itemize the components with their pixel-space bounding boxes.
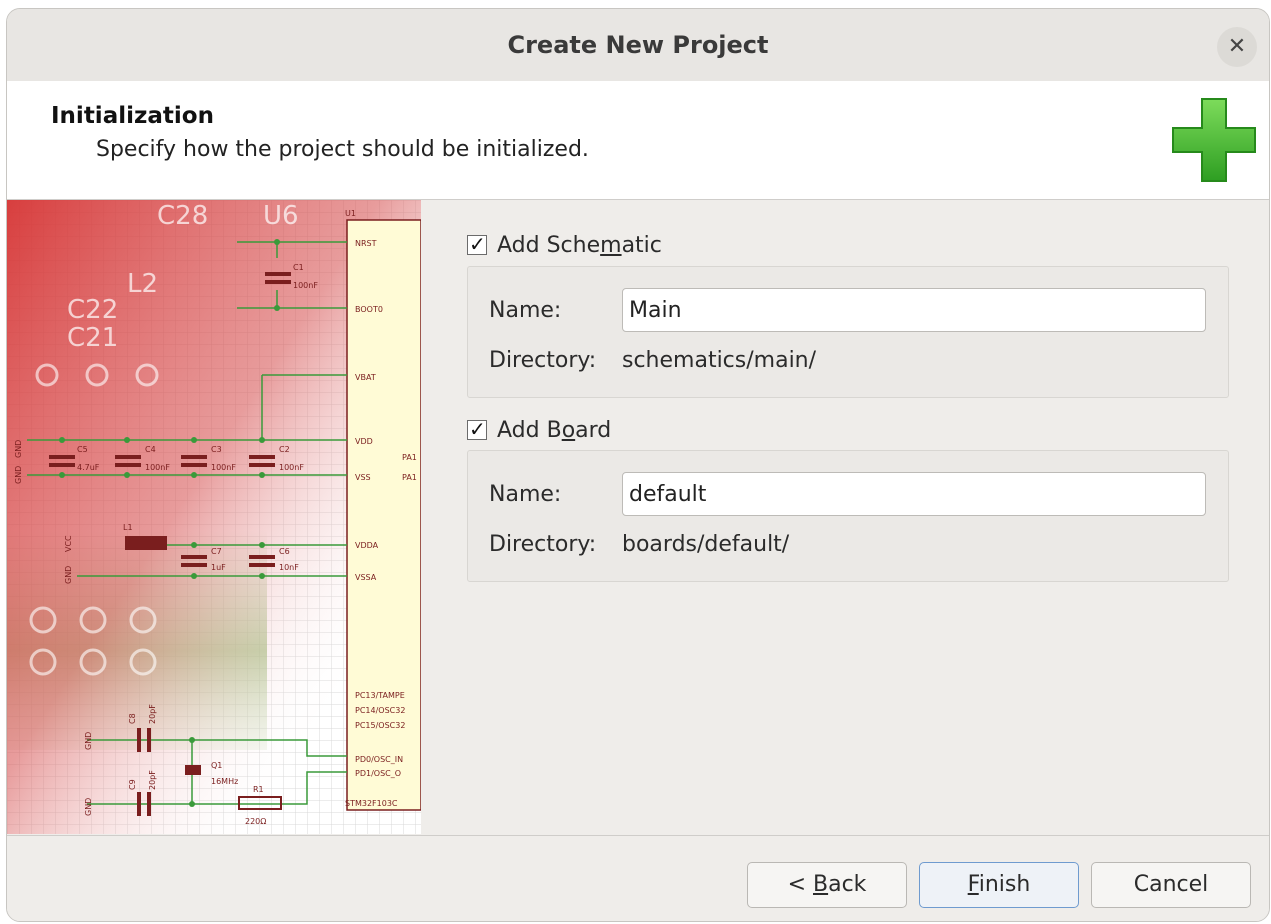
side-label-gnd-1: GND	[64, 566, 73, 584]
side-label-vdda: VDDA	[355, 541, 379, 550]
schematic-directory-value: schematics/main/	[622, 348, 817, 373]
side-label-nrst: NRST	[355, 239, 377, 248]
side-label-c7-value: 1uF	[211, 563, 226, 572]
side-label-pc14: PC14/OSC32	[355, 706, 405, 715]
side-label-r1: R1	[253, 785, 264, 794]
side-label-vdd: VDD	[355, 437, 373, 446]
side-label-vss: VSS	[355, 473, 371, 482]
board-group: Name: Directory: boards/default/	[467, 450, 1229, 582]
side-label-c9-value: 20pF	[148, 770, 157, 790]
schematic-pcb-illustration: C28 U6 L2 C22 C21 U1 NRST C1 100nF BOOT0…	[7, 200, 421, 834]
side-label-gnd-4: GND	[84, 798, 93, 816]
side-label-c28: C28	[157, 201, 208, 231]
side-label-pc13: PC13/TAMPE	[355, 691, 405, 700]
page-title: Initialization	[51, 103, 214, 129]
side-label-c1-value: 100nF	[293, 281, 318, 290]
board-directory-label: Directory:	[489, 532, 597, 557]
side-label-c1: C1	[293, 263, 304, 272]
side-label-vssa: VSSA	[355, 573, 377, 582]
side-label-c7: C7	[211, 547, 222, 556]
side-label-gnd-5: GND	[14, 440, 23, 458]
side-label-c9: C9	[128, 779, 137, 790]
side-label-gnd-2: GND	[14, 466, 23, 484]
side-label-boot0: BOOT0	[355, 305, 383, 314]
side-label-vbat: VBAT	[355, 373, 376, 382]
side-label-c5: C5	[77, 445, 88, 454]
schematic-group: Name: Directory: schematics/main/	[467, 266, 1229, 398]
side-label-c4-value: 100nF	[145, 463, 170, 472]
side-label-u6: U6	[263, 201, 299, 231]
side-label-pa1-a: PA1	[402, 453, 417, 462]
add-project-plus-icon	[1172, 98, 1256, 182]
side-label-c21: C21	[67, 323, 118, 353]
side-label-c22: C22	[67, 295, 118, 325]
side-label-c2-value: 100nF	[279, 463, 304, 472]
side-label-pd0: PD0/OSC_IN	[355, 755, 403, 764]
add-schematic-label: Add Schematic	[497, 232, 662, 258]
checkmark-icon: ✓	[469, 417, 486, 441]
add-board-label: Add Board	[497, 417, 612, 443]
add-board-checkbox[interactable]: ✓ Add Board	[467, 415, 611, 445]
wizard-header: Initialization Specify how the project s…	[7, 81, 1269, 200]
page-subtitle: Specify how the project should be initia…	[96, 137, 589, 162]
initialization-form: ✓ Add Schematic Name: Directory: schemat…	[467, 200, 1269, 834]
schematic-name-input[interactable]	[622, 288, 1206, 332]
side-label-pd1: PD1/OSC_O	[355, 769, 401, 778]
side-label-l2: L2	[127, 269, 158, 299]
side-label-gnd-3: GND	[84, 732, 93, 750]
side-label-c6-value: 10nF	[279, 563, 299, 572]
side-label-c2: C2	[279, 445, 290, 454]
side-label-c8: C8	[128, 713, 137, 724]
side-label-r1-value: 220Ω	[245, 817, 266, 826]
side-label-c3: C3	[211, 445, 222, 454]
schematic-name-label: Name:	[489, 298, 562, 323]
add-board-checkbox-box[interactable]: ✓	[467, 417, 487, 441]
side-label-vcc: VCC	[64, 535, 73, 552]
title-bar: Create New Project ✕	[7, 9, 1269, 82]
add-schematic-checkbox[interactable]: ✓ Add Schematic	[467, 230, 662, 260]
dialog-title: Create New Project	[507, 31, 769, 59]
side-label-u1: U1	[345, 209, 356, 218]
schematic-directory-label: Directory:	[489, 348, 597, 373]
board-name-label: Name:	[489, 482, 562, 507]
side-label-c3-value: 100nF	[211, 463, 236, 472]
board-name-input[interactable]	[622, 472, 1206, 516]
side-label-c8-value: 20pF	[148, 704, 157, 724]
close-button[interactable]: ✕	[1217, 27, 1257, 67]
side-label-c6: C6	[279, 547, 290, 556]
close-icon: ✕	[1227, 34, 1247, 59]
finish-button[interactable]: Finish	[919, 862, 1079, 908]
side-label-l1: L1	[123, 523, 133, 532]
checkmark-icon: ✓	[469, 232, 486, 256]
side-label-pa1-b: PA1	[402, 473, 417, 482]
board-directory-value: boards/default/	[622, 532, 790, 557]
side-label-c4: C4	[145, 445, 156, 454]
side-label-c5-value: 4.7uF	[77, 463, 100, 472]
dialog-footer: < Back Finish Cancel	[7, 835, 1269, 921]
side-label-mcu-part: STM32F103C	[345, 799, 398, 808]
cancel-button[interactable]: Cancel	[1091, 862, 1251, 908]
back-button[interactable]: < Back	[747, 862, 907, 908]
add-schematic-checkbox-box[interactable]: ✓	[467, 232, 487, 256]
side-label-pc15: PC15/OSC32	[355, 721, 405, 730]
dialog-window: Create New Project ✕ Initialization Spec…	[6, 8, 1270, 922]
side-label-q1-value: 16MHz	[211, 777, 238, 786]
side-label-q1: Q1	[211, 761, 222, 770]
wizard-side-image: C28 U6 L2 C22 C21 U1 NRST C1 100nF BOOT0…	[7, 200, 421, 834]
